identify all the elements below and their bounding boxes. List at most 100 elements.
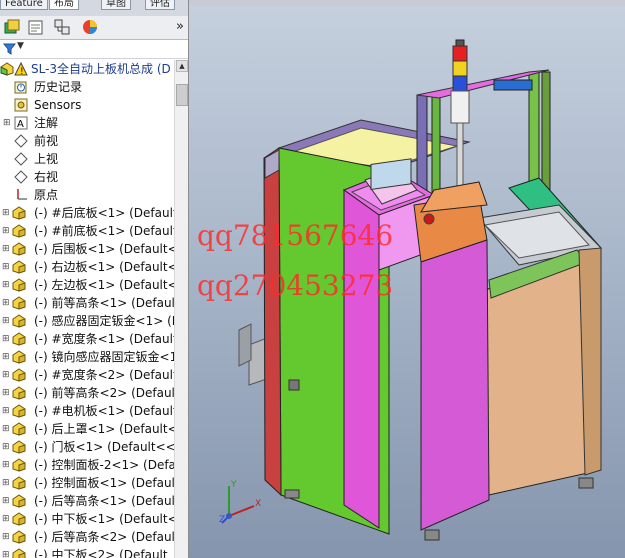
- component-label: (-) 后等高条<2> (Default: [34, 530, 174, 544]
- expand-plus-icon[interactable]: ⊞: [2, 299, 10, 308]
- component-item[interactable]: ⊞ (-) 镜向感应器固定钣金<1: [0, 348, 174, 366]
- component-item[interactable]: ⊞ (-) 中下板<1> (Default<<: [0, 510, 174, 528]
- expand-plus-icon[interactable]: ⊞: [2, 533, 10, 542]
- tree-item-origin[interactable]: 原点: [0, 186, 174, 204]
- part-icon: [12, 458, 26, 472]
- component-item[interactable]: ⊞ (-) 中下板<2> (Default: [0, 546, 174, 558]
- expand-panel-button[interactable]: »: [176, 19, 184, 34]
- tree-item-label: 注解: [34, 116, 59, 130]
- expand-plus-icon[interactable]: ⊞: [2, 461, 10, 470]
- tree-item-label: 前视: [34, 134, 59, 148]
- component-item[interactable]: ⊞ (-) 后等高条<2> (Default: [0, 528, 174, 546]
- filter-row[interactable]: ▼: [0, 40, 188, 59]
- tab-label: Feature: [5, 0, 43, 9]
- tree-item-top-plane[interactable]: 上视: [0, 150, 174, 168]
- tree-item-history[interactable]: 历史记录: [0, 78, 174, 96]
- component-label: (-) 中下板<1> (Default<<: [34, 512, 174, 526]
- component-label: (-) 镜向感应器固定钣金<1: [34, 350, 174, 364]
- expand-plus-icon[interactable]: ⊞: [2, 497, 10, 506]
- tree-root-item[interactable]: ! SL-3全自动上板机总成 (D: [0, 60, 174, 78]
- expand-plus-icon[interactable]: ⊞: [2, 389, 10, 398]
- expand-plus-icon[interactable]: ⊞: [2, 353, 10, 362]
- tree-item-front-plane[interactable]: 前视: [0, 132, 174, 150]
- component-label: (-) 门板<1> (Default<<D: [34, 440, 174, 454]
- expand-plus-icon[interactable]: ⊞: [2, 263, 10, 272]
- component-label: (-) 感应器固定钣金<1> (D: [34, 314, 174, 328]
- component-item[interactable]: ⊞ (-) 控制面板-2<1> (Defau: [0, 456, 174, 474]
- graphics-viewport[interactable]: qq781567646 qq270453273 X Y Z: [189, 0, 625, 558]
- tab-sketch[interactable]: 草图: [101, 0, 131, 10]
- assembly-icon: [0, 62, 14, 76]
- component-item[interactable]: ⊞ (-) 门板<1> (Default<<D: [0, 438, 174, 456]
- component-item[interactable]: ⊞ (-) 后等高条<1> (Default: [0, 492, 174, 510]
- expand-plus-icon[interactable]: ⊞: [2, 245, 10, 254]
- tree-scrollbar[interactable]: ▲: [174, 60, 188, 558]
- component-item[interactable]: ⊞ (-) 后围板<1> (Default<: [0, 240, 174, 258]
- component-item[interactable]: ⊞ (-) 控制面板<1> (Default: [0, 474, 174, 492]
- component-item[interactable]: ⊞ (-) 左边板<1> (Default<: [0, 276, 174, 294]
- expand-plus-icon[interactable]: ⊞: [2, 335, 10, 344]
- tab-evaluate[interactable]: 评估: [145, 0, 175, 10]
- expand-plus-icon[interactable]: ⊞: [2, 551, 10, 558]
- configuration-manager-icon[interactable]: [53, 18, 73, 37]
- part-icon: [12, 332, 26, 346]
- svg-text:!: !: [20, 67, 24, 76]
- component-label: (-) 前等高条<1> (Default: [34, 296, 174, 310]
- expand-plus-icon[interactable]: ⊞: [2, 227, 10, 236]
- part-icon: [12, 422, 26, 436]
- warning-icon: !: [14, 62, 28, 76]
- part-icon: [12, 350, 26, 364]
- part-icon: [12, 404, 26, 418]
- expand-plus-icon[interactable]: ⊞: [2, 317, 10, 326]
- axis-y-label: Y: [231, 480, 237, 490]
- component-item[interactable]: ⊞ (-) #前底板<1> (Default<: [0, 222, 174, 240]
- component-item[interactable]: ⊞ (-) #宽度条<2> (Default<: [0, 366, 174, 384]
- scroll-up-icon[interactable]: ▲: [176, 60, 188, 72]
- expand-plus-icon[interactable]: ⊞: [2, 407, 10, 416]
- origin-icon: [17, 189, 27, 200]
- expand-plus-icon[interactable]: ⊞: [2, 443, 10, 452]
- component-item[interactable]: ⊞ (-) 右边板<1> (Default<: [0, 258, 174, 276]
- component-item[interactable]: ⊞ (-) #电机板<1> (Default<: [0, 402, 174, 420]
- part-icon: [12, 314, 26, 328]
- property-manager-icon[interactable]: [26, 18, 46, 37]
- tab-label: 草图: [106, 0, 126, 9]
- feature-manager-icon[interactable]: [2, 18, 22, 37]
- chevron-down-icon[interactable]: ▼: [17, 41, 24, 51]
- filter-icon[interactable]: [3, 43, 17, 55]
- watermark-text: qq270453273: [197, 269, 394, 302]
- component-label: (-) 控制面板<1> (Default: [34, 476, 174, 490]
- sensors-icon: [14, 98, 28, 112]
- expand-plus-icon[interactable]: ⊞: [2, 281, 10, 290]
- display-manager-icon[interactable]: [80, 18, 100, 37]
- component-label: (-) 后等高条<1> (Default: [34, 494, 174, 508]
- part-icon: [12, 296, 26, 310]
- component-item[interactable]: ⊞ (-) 前等高条<2> (Default: [0, 384, 174, 402]
- expand-plus-icon[interactable]: ⊞: [2, 515, 10, 524]
- tree-item-annotations[interactable]: ⊞ A 注解: [0, 114, 174, 132]
- design-tree: ! SL-3全自动上板机总成 (D 历史记录 Sensors ⊞ A 注解 前视…: [0, 60, 174, 558]
- tree-item-sensors[interactable]: Sensors: [0, 96, 174, 114]
- tab-layout[interactable]: 布局: [49, 0, 79, 10]
- component-item[interactable]: ⊞ (-) #后底板<1> (Default<: [0, 204, 174, 222]
- tree-item-label: 右视: [34, 170, 59, 184]
- component-item[interactable]: ⊞ (-) 后上罩<1> (Default<<: [0, 420, 174, 438]
- expand-plus-icon[interactable]: ⊞: [2, 479, 10, 488]
- tab-feature[interactable]: Feature: [0, 0, 48, 10]
- component-label: (-) #后底板<1> (Default<: [34, 206, 174, 220]
- part-icon: [12, 530, 26, 544]
- expand-plus-icon[interactable]: ⊞: [2, 209, 10, 218]
- part-icon: [12, 494, 26, 508]
- component-label: (-) #前底板<1> (Default<: [34, 224, 174, 238]
- component-label: (-) 右边板<1> (Default<: [34, 260, 174, 274]
- tree-item-right-plane[interactable]: 右视: [0, 168, 174, 186]
- component-item[interactable]: ⊞ (-) 前等高条<1> (Default: [0, 294, 174, 312]
- scrollbar-thumb[interactable]: [176, 84, 188, 106]
- component-item[interactable]: ⊞ (-) #宽度条<1> (Default<: [0, 330, 174, 348]
- watermark-text: qq781567646: [197, 219, 394, 252]
- expand-plus-icon[interactable]: ⊞: [2, 425, 10, 434]
- expand-plus-icon[interactable]: ⊞: [2, 371, 10, 380]
- expand-plus-icon[interactable]: ⊞: [3, 119, 11, 128]
- tree-item-label: 原点: [34, 188, 59, 202]
- component-item[interactable]: ⊞ (-) 感应器固定钣金<1> (D: [0, 312, 174, 330]
